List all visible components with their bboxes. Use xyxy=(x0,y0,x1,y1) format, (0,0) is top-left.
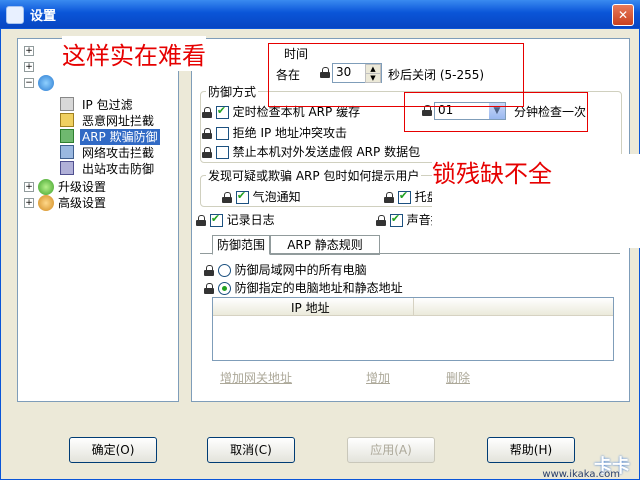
lock-icon xyxy=(222,192,232,203)
forbid-send-option[interactable]: 禁止本机对外发送虚假 ARP 数据包 xyxy=(202,143,420,160)
upgrade-icon xyxy=(38,179,54,195)
bubble-option[interactable]: 气泡通知 xyxy=(222,188,301,205)
forbid-send-checkbox[interactable] xyxy=(215,146,229,159)
expand-icon[interactable]: + xyxy=(24,62,34,72)
url-block-icon xyxy=(60,113,74,127)
expand-icon[interactable]: + xyxy=(24,46,34,56)
defense-method-title: 防御方式 xyxy=(206,83,259,100)
title-bar: 设置 ✕ xyxy=(0,0,640,28)
lock-icon xyxy=(376,215,386,226)
timed-check-label: 定时检查本机 ARP 缓存 xyxy=(232,105,361,119)
outbound-icon xyxy=(60,161,74,175)
help-button[interactable]: 帮助(H) xyxy=(487,437,575,463)
ip-filter-icon xyxy=(60,97,74,111)
ip-column-header[interactable]: IP 地址 xyxy=(213,298,414,316)
scope-all-label: 防御局域网中的所有电脑 xyxy=(234,263,367,277)
forbid-send-label: 禁止本机对外发送虚假 ARP 数据包 xyxy=(232,145,421,159)
tab-arp-static-rules[interactable]: ARP 静态规则 xyxy=(270,235,380,255)
add-link[interactable]: 增加 xyxy=(366,369,390,386)
tree-item-upgrade[interactable]: + 升级设置 xyxy=(18,179,176,195)
collapse-icon[interactable]: − xyxy=(24,78,34,88)
annotation-ugly: 这样实在难看 xyxy=(62,36,206,71)
close-button[interactable]: ✕ xyxy=(612,4,634,26)
arp-icon xyxy=(60,129,74,143)
watermark-url: www.ikaka.com xyxy=(542,469,620,480)
bubble-checkbox[interactable] xyxy=(235,189,249,204)
reject-conflict-checkbox[interactable] xyxy=(215,127,229,140)
tree-item-label: 出站攻击防御 xyxy=(82,162,155,176)
window-title: 设置 xyxy=(30,9,57,24)
ip-column-label: IP 地址 xyxy=(291,301,330,315)
tree-item-label: 升级设置 xyxy=(58,180,107,194)
tab-defense-scope[interactable]: 防御范围 xyxy=(212,235,270,255)
scope-specified-option[interactable]: 防御指定的电脑地址和静态地址 xyxy=(204,279,403,296)
timed-check-checkbox[interactable] xyxy=(215,104,229,119)
network-attack-icon xyxy=(60,145,74,159)
extra-column-header[interactable] xyxy=(414,298,613,316)
reject-conflict-option[interactable]: 拒绝 IP 地址冲突攻击 xyxy=(202,124,347,141)
scope-specified-radio[interactable] xyxy=(217,282,231,295)
tree-node-expanded[interactable]: − xyxy=(18,75,176,91)
record-log-label: 记录日志 xyxy=(226,213,275,227)
ok-button[interactable]: 确定(O) xyxy=(69,437,157,463)
tree-item-advanced[interactable]: + 高级设置 xyxy=(18,195,176,211)
tray-option[interactable]: 托盘 xyxy=(384,188,439,205)
apply-button[interactable]: 应用(A) xyxy=(347,437,435,463)
settings-tree[interactable]: + + − IP 包过滤 恶意网址拦截 ARP 欺骗防御 网络攻击拦截 出站攻击… xyxy=(17,38,179,402)
tree-item-label: 恶意网址拦截 xyxy=(82,114,155,128)
lock-icon xyxy=(196,215,206,226)
advanced-icon xyxy=(38,195,54,211)
notify-title: 发现可疑或欺骗 ARP 包时如何提示用户 xyxy=(206,167,422,184)
lock-icon xyxy=(202,128,212,139)
app-icon xyxy=(6,6,24,24)
scope-specified-label: 防御指定的电脑地址和静态地址 xyxy=(234,281,403,295)
add-gateway-link[interactable]: 增加网关地址 xyxy=(220,369,292,386)
lock-icon xyxy=(202,147,212,158)
tree-item-label: IP 包过滤 xyxy=(82,98,133,112)
sound-checkbox[interactable] xyxy=(389,212,403,227)
tray-checkbox[interactable] xyxy=(397,189,411,204)
lock-icon xyxy=(204,265,214,276)
record-log-option[interactable]: 记录日志 xyxy=(196,211,275,228)
tree-item-label: ARP 欺骗防御 xyxy=(80,129,160,145)
reject-conflict-label: 拒绝 IP 地址冲突攻击 xyxy=(232,126,348,140)
expand-icon[interactable]: + xyxy=(24,182,34,192)
ip-address-table[interactable]: IP 地址 xyxy=(212,297,614,361)
bubble-label: 气泡通知 xyxy=(252,190,301,204)
lock-icon xyxy=(384,192,394,203)
shield-icon xyxy=(38,75,54,91)
expand-icon[interactable]: + xyxy=(24,198,34,208)
cancel-button[interactable]: 取消(C) xyxy=(207,437,295,463)
lock-icon xyxy=(202,107,212,118)
lock-icon xyxy=(204,283,214,294)
delete-link[interactable]: 删除 xyxy=(446,369,470,386)
close-icon: ✕ xyxy=(617,8,629,22)
tree-item-label: 网络攻击拦截 xyxy=(82,146,155,160)
tree-item-label: 高级设置 xyxy=(58,196,107,210)
annotation-lock-broken: 锁残缺不全 xyxy=(432,154,640,248)
scope-all-radio[interactable] xyxy=(217,264,231,277)
scope-all-option[interactable]: 防御局域网中的所有电脑 xyxy=(204,261,367,278)
record-log-checkbox[interactable] xyxy=(209,212,223,227)
annotation-box-interval xyxy=(404,92,588,132)
